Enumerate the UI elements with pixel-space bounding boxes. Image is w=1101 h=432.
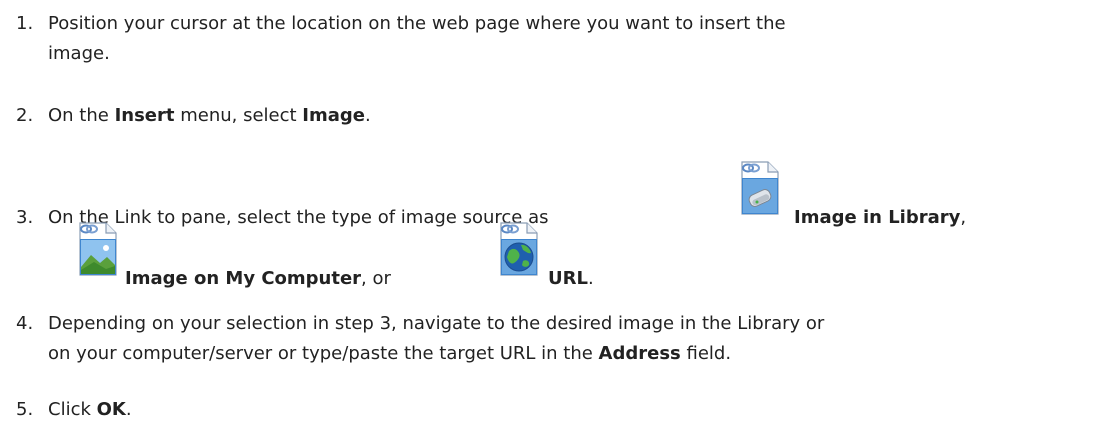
- computer-image-file-icon: [76, 221, 118, 277]
- step-number: 1.: [16, 13, 34, 34]
- step-text: menu, select: [174, 105, 303, 126]
- step-text: On the Link to pane, select the type of …: [48, 207, 549, 228]
- step-5-text: Click OK.: [48, 394, 132, 425]
- step-3-line-1: On the Link to pane, select the type of …: [48, 202, 548, 233]
- step-1-line-1: Position your cursor at the location on …: [48, 13, 786, 34]
- step-4-line-2: on your computer/server or type/paste th…: [48, 338, 731, 369]
- image-on-my-computer-option: Image on My Computer, or: [125, 263, 397, 294]
- image-in-library-option: Image in Library,: [794, 202, 966, 233]
- step-2-text: On the Insert menu, select Image.: [48, 100, 371, 131]
- step-number: 5.: [16, 399, 34, 420]
- step-text: field.: [680, 343, 732, 364]
- step-1-line-2: image.: [48, 43, 110, 64]
- separator: , or: [361, 268, 397, 289]
- step-number: 3.: [16, 207, 34, 228]
- separator: .: [587, 268, 594, 289]
- step-text: on your computer/server or type/paste th…: [48, 343, 599, 364]
- option-label: URL: [548, 268, 588, 289]
- option-label: Image on My Computer: [125, 268, 362, 289]
- url-globe-file-icon: [497, 221, 539, 277]
- url-option: URL.: [548, 263, 594, 294]
- step-4-line-1: Depending on your selection in step 3, n…: [48, 313, 825, 334]
- step-text: .: [125, 399, 132, 420]
- instruction-list: 1. Position your cursor at the location …: [0, 0, 1101, 432]
- ok-button-label: OK: [96, 399, 126, 420]
- library-image-file-icon: [738, 160, 780, 216]
- step-text: On the: [48, 105, 115, 126]
- address-field-label: Address: [598, 343, 681, 364]
- step-number: 2.: [16, 105, 34, 126]
- image-menu-item-label: Image: [302, 105, 365, 126]
- step-text: Click: [48, 399, 97, 420]
- step-number: 4.: [16, 313, 34, 334]
- step-text: .: [364, 105, 371, 126]
- option-label: Image in Library: [794, 207, 961, 228]
- separator: ,: [960, 207, 967, 228]
- insert-menu-label: Insert: [114, 105, 175, 126]
